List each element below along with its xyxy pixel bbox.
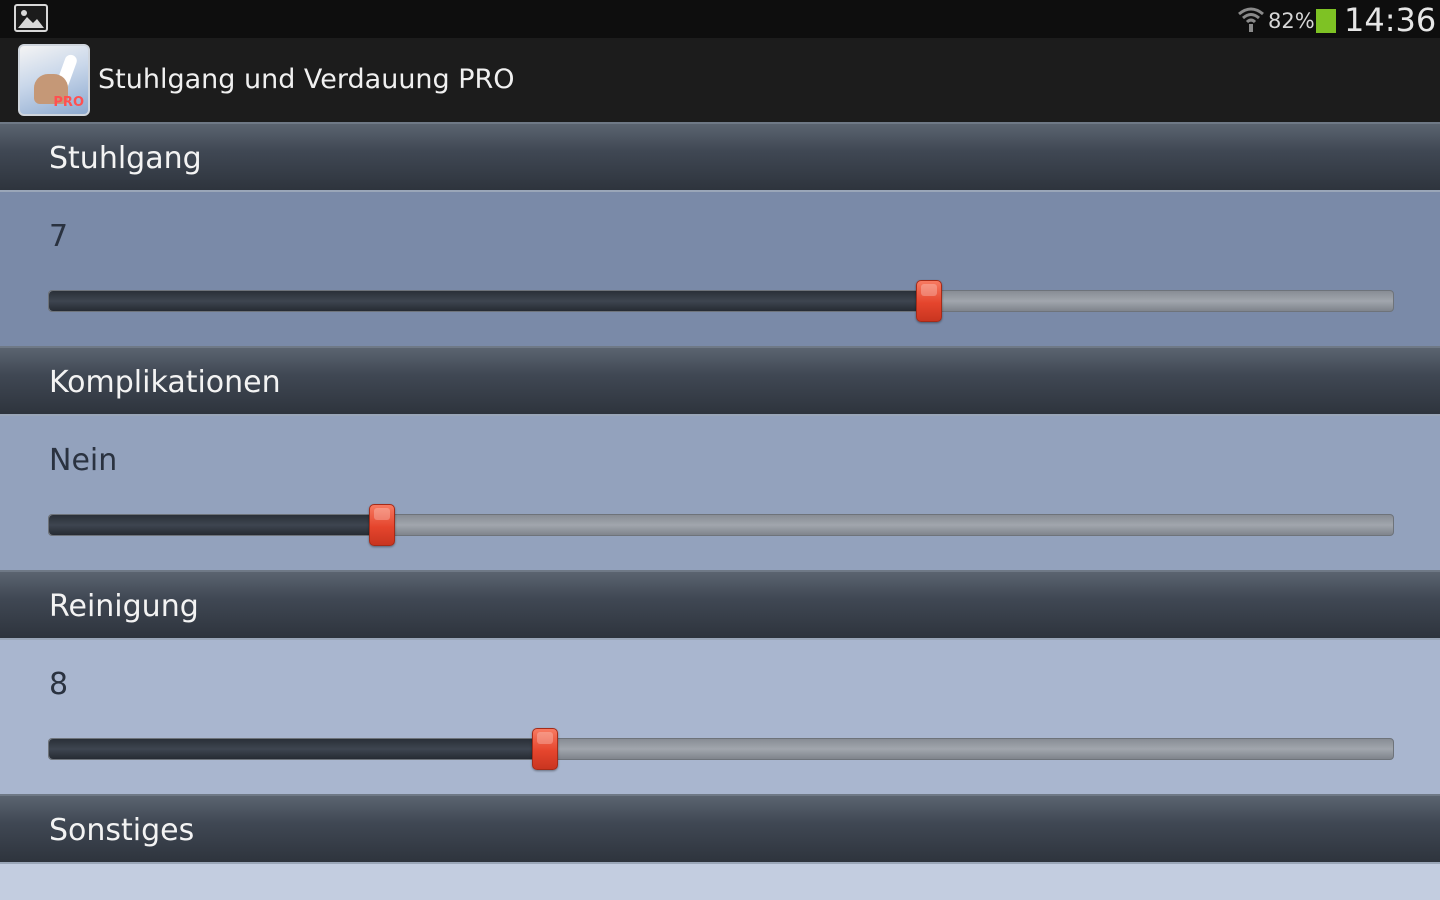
slider-thumb[interactable] [531,728,558,770]
battery-icon [1316,9,1336,33]
slider-fill [49,291,930,311]
battery-percent: 82% [1268,9,1315,33]
app-icon-pro-badge: PRO [53,95,84,110]
slider-value: 7 [49,219,69,254]
settings-list: Stuhlgang 7 Komplikationen Nein Reinigun… [0,122,1440,900]
slider-track[interactable] [48,504,1394,546]
status-bar: 82% 14:36 [0,0,1440,39]
section-header-sonstiges: Sonstiges [0,794,1440,864]
clock: 14:36 [1344,1,1437,39]
section-header-reinigung: Reinigung [0,570,1440,640]
section-panel-komplikationen: Nein [0,416,1440,572]
action-bar: PRO Stuhlgang und Verdauung PRO [0,38,1440,122]
section-header-stuhlgang: Stuhlgang [0,122,1440,192]
app-icon[interactable]: PRO [18,44,90,116]
section-title: Komplikationen [49,365,281,400]
section-title: Reinigung [49,589,199,624]
slider-value: 8 [49,667,69,702]
slider-fill [49,739,545,759]
slider-fill [49,515,383,535]
slider-track[interactable] [48,280,1394,322]
slider-value: Nein [49,443,118,478]
section-header-komplikationen: Komplikationen [0,346,1440,416]
section-panel-stuhlgang: 7 [0,192,1440,348]
slider-thumb[interactable] [369,504,396,546]
section-panel-sonstiges [0,864,1440,900]
app-title: Stuhlgang und Verdauung PRO [98,64,515,95]
section-title: Stuhlgang [49,141,202,176]
section-panel-reinigung: 8 [0,640,1440,796]
slider-track[interactable] [48,728,1394,770]
slider-thumb[interactable] [916,280,943,322]
wifi-icon [1236,5,1266,33]
gallery-notification-icon [14,4,48,32]
section-title: Sonstiges [49,813,195,848]
